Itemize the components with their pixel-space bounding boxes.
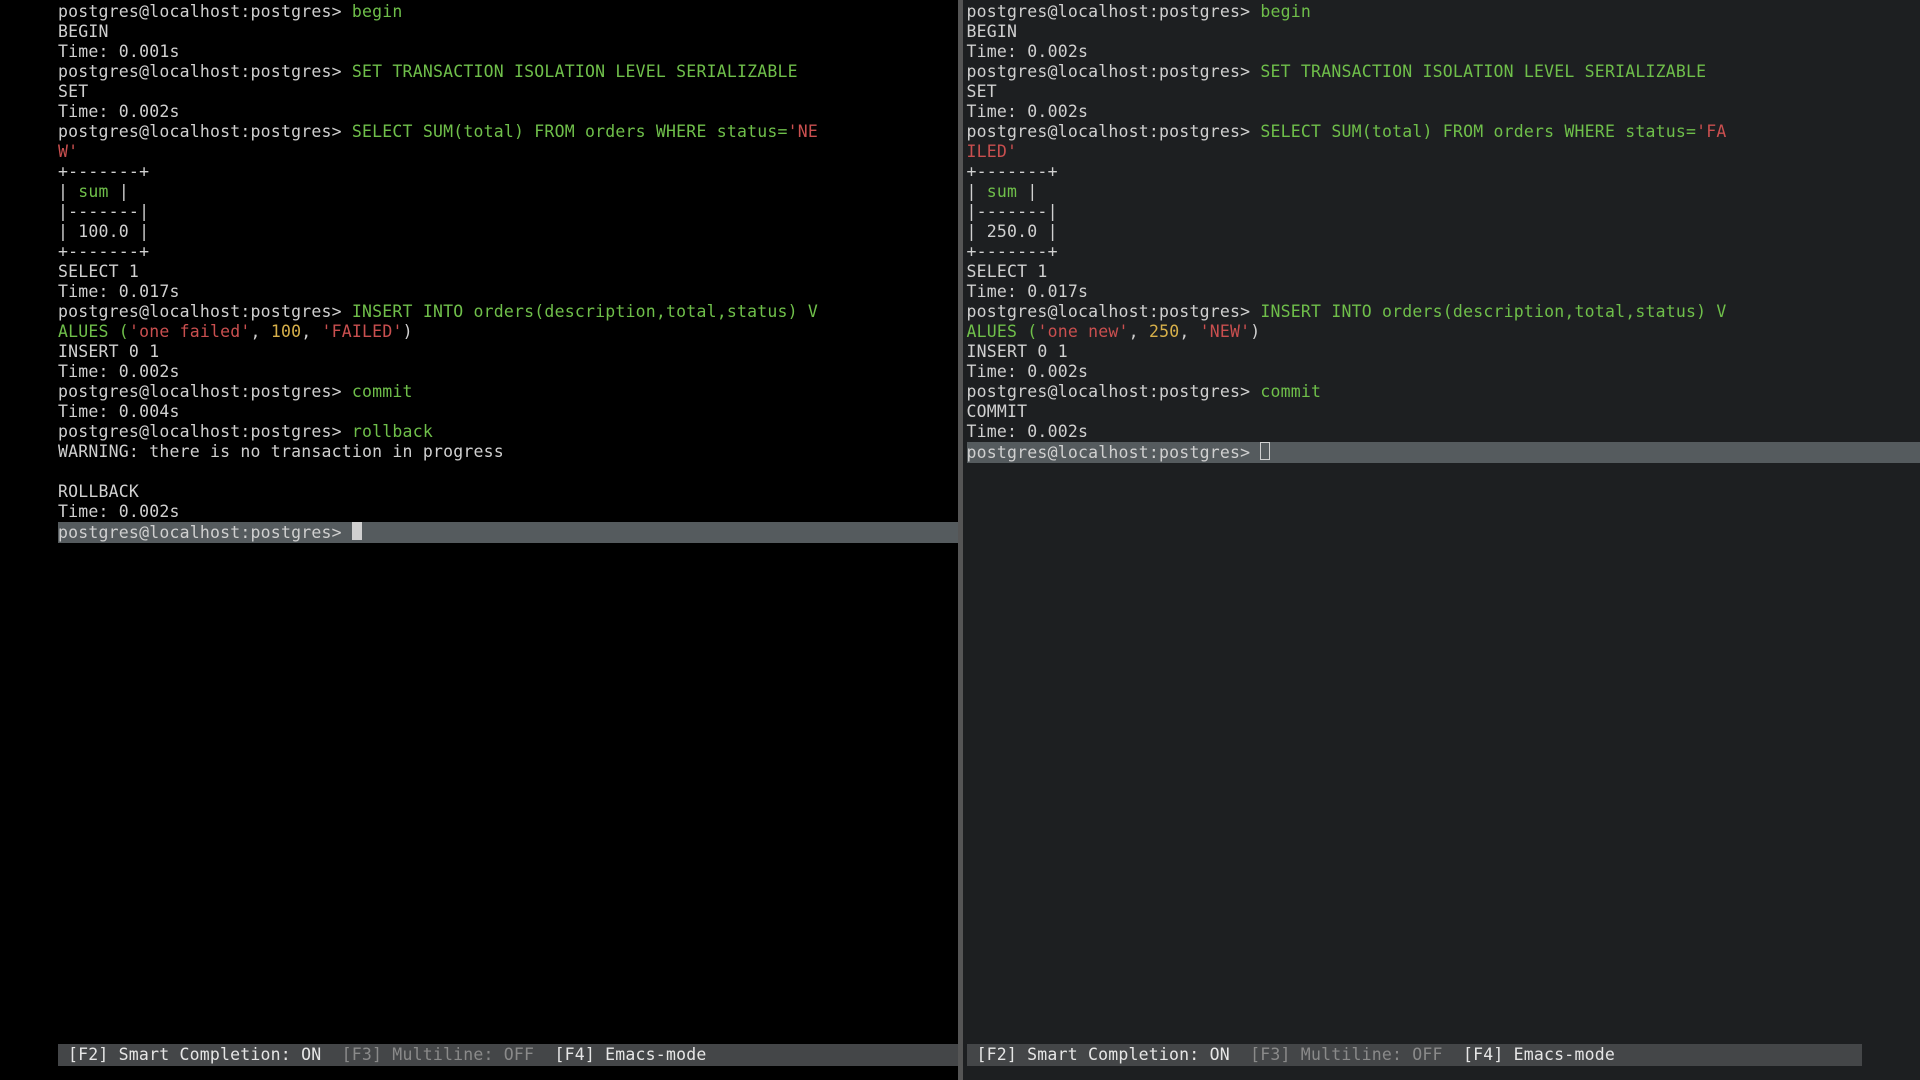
resp-commit: COMMIT bbox=[967, 402, 1920, 422]
resp-set: SET bbox=[967, 82, 1920, 102]
tail-paren: ) bbox=[403, 322, 413, 341]
split-panes: postgres@localhost:postgres> begin BEGIN… bbox=[0, 0, 1920, 1080]
resp-select: SELECT 1 bbox=[967, 262, 1920, 282]
lit-desc: 'one new' bbox=[1037, 322, 1128, 341]
prompt-input-line[interactable]: postgres@localhost:postgres> bbox=[967, 442, 1920, 463]
terminal-right-pane[interactable]: postgres@localhost:postgres> begin BEGIN… bbox=[963, 0, 1920, 1080]
table-border-top: +-------+ bbox=[967, 162, 1920, 182]
lit-num: 100 bbox=[271, 322, 301, 341]
status-f3: [F3] Multiline: OFF bbox=[342, 1045, 535, 1064]
resp-insert: INSERT 0 1 bbox=[967, 342, 1920, 362]
prompt: postgres@localhost:postgres> bbox=[967, 443, 1261, 462]
table-header: | sum | bbox=[58, 182, 958, 202]
time-begin: Time: 0.002s bbox=[967, 42, 1920, 62]
status-f2: [F2] Smart Completion: ON bbox=[977, 1045, 1230, 1064]
table-border-bot: +-------+ bbox=[967, 242, 1920, 262]
time-select: Time: 0.017s bbox=[58, 282, 958, 302]
table-header: | sum | bbox=[967, 182, 1920, 202]
prompt: postgres@localhost:postgres> bbox=[58, 422, 352, 441]
cmd-begin: begin bbox=[352, 2, 403, 21]
cmd-select: SELECT SUM(total) FROM orders WHERE stat… bbox=[352, 122, 788, 141]
cmd-rollback: rollback bbox=[352, 422, 433, 441]
sep: , bbox=[251, 322, 271, 341]
resp-rollback: ROLLBACK bbox=[58, 482, 958, 502]
prompt: postgres@localhost:postgres> bbox=[967, 382, 1261, 401]
lit-select-1: 'FA bbox=[1696, 122, 1726, 141]
status-f4: [F4] Emacs-mode bbox=[554, 1045, 706, 1064]
terminal-right-content: postgres@localhost:postgres> begin BEGIN… bbox=[963, 2, 1920, 463]
sep: , bbox=[301, 322, 321, 341]
prompt: postgres@localhost:postgres> bbox=[967, 122, 1261, 141]
prompt: postgres@localhost:postgres> bbox=[58, 523, 352, 542]
cursor-icon bbox=[352, 522, 362, 540]
warn-rollback: WARNING: there is no transaction in prog… bbox=[58, 442, 958, 462]
lit-status: 'NEW' bbox=[1200, 322, 1251, 341]
resp-begin: BEGIN bbox=[967, 22, 1920, 42]
lit-select-2: W' bbox=[58, 142, 78, 161]
time-set: Time: 0.002s bbox=[967, 102, 1920, 122]
prompt: postgres@localhost:postgres> bbox=[967, 2, 1261, 21]
lit-select-2: ILED' bbox=[967, 142, 1018, 161]
status-f4: [F4] Emacs-mode bbox=[1463, 1045, 1615, 1064]
cmd-commit: commit bbox=[352, 382, 413, 401]
prompt: postgres@localhost:postgres> bbox=[58, 122, 352, 141]
terminal-left-content: postgres@localhost:postgres> begin BEGIN… bbox=[0, 2, 958, 543]
resp-set: SET bbox=[58, 82, 958, 102]
prompt: postgres@localhost:postgres> bbox=[967, 302, 1261, 321]
prompt: postgres@localhost:postgres> bbox=[58, 62, 352, 81]
status-bar-left: [F2] Smart Completion: ON [F3] Multiline… bbox=[58, 1044, 958, 1066]
time-rollback: Time: 0.002s bbox=[58, 502, 958, 522]
prompt: postgres@localhost:postgres> bbox=[967, 62, 1261, 81]
prompt: postgres@localhost:postgres> bbox=[58, 2, 352, 21]
table-row: | 250.0 | bbox=[967, 222, 1920, 242]
cmd-begin: begin bbox=[1260, 2, 1311, 21]
cmd-insert-2: ALUES ( bbox=[967, 322, 1038, 341]
table-border-top: +-------+ bbox=[58, 162, 958, 182]
lit-select-1: 'NE bbox=[788, 122, 818, 141]
table-sep: |-------| bbox=[967, 202, 1920, 222]
cmd-insert: INSERT INTO orders(description,total,sta… bbox=[1260, 302, 1726, 321]
lit-desc: 'one failed' bbox=[129, 322, 251, 341]
cmd-set-iso: SET TRANSACTION ISOLATION LEVEL SERIALIZ… bbox=[1260, 62, 1706, 81]
time-insert: Time: 0.002s bbox=[58, 362, 958, 382]
time-insert: Time: 0.002s bbox=[967, 362, 1920, 382]
time-commit: Time: 0.002s bbox=[967, 422, 1920, 442]
time-commit: Time: 0.004s bbox=[58, 402, 958, 422]
terminal-left-pane[interactable]: postgres@localhost:postgres> begin BEGIN… bbox=[0, 0, 958, 1080]
table-row: | 100.0 | bbox=[58, 222, 958, 242]
sep: , bbox=[1179, 322, 1199, 341]
lit-num: 250 bbox=[1149, 322, 1179, 341]
resp-insert: INSERT 0 1 bbox=[58, 342, 958, 362]
cmd-insert: INSERT INTO orders(description,total,sta… bbox=[352, 302, 818, 321]
resp-select: SELECT 1 bbox=[58, 262, 958, 282]
lit-status: 'FAILED' bbox=[322, 322, 403, 341]
cmd-select: SELECT SUM(total) FROM orders WHERE stat… bbox=[1260, 122, 1696, 141]
cmd-insert-2: ALUES ( bbox=[58, 322, 129, 341]
time-select: Time: 0.017s bbox=[967, 282, 1920, 302]
status-f2: [F2] Smart Completion: ON bbox=[68, 1045, 321, 1064]
table-border-bot: +-------+ bbox=[58, 242, 958, 262]
table-sep: |-------| bbox=[58, 202, 958, 222]
prompt: postgres@localhost:postgres> bbox=[58, 382, 352, 401]
tail-paren: ) bbox=[1250, 322, 1260, 341]
time-set: Time: 0.002s bbox=[58, 102, 958, 122]
resp-begin: BEGIN bbox=[58, 22, 958, 42]
blank bbox=[58, 462, 958, 482]
prompt: postgres@localhost:postgres> bbox=[58, 302, 352, 321]
time-begin: Time: 0.001s bbox=[58, 42, 958, 62]
cmd-commit: commit bbox=[1260, 382, 1321, 401]
cmd-set-iso: SET TRANSACTION ISOLATION LEVEL SERIALIZ… bbox=[352, 62, 798, 81]
sep: , bbox=[1129, 322, 1149, 341]
cursor-icon bbox=[1260, 442, 1270, 460]
status-bar-right: [F2] Smart Completion: ON [F3] Multiline… bbox=[967, 1044, 1863, 1066]
prompt-input-line[interactable]: postgres@localhost:postgres> bbox=[58, 522, 958, 543]
status-f3: [F3] Multiline: OFF bbox=[1250, 1045, 1443, 1064]
